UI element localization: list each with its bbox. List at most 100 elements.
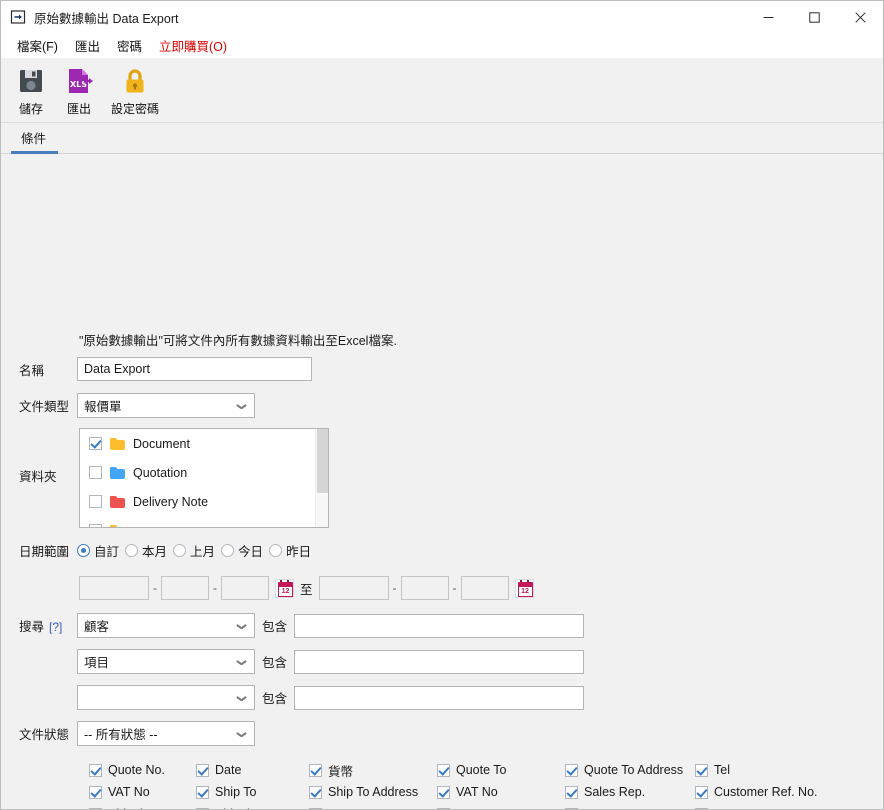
list-item[interactable]: Delivery Note — [80, 487, 328, 516]
column-checkbox-cell[interactable]: VAT No — [437, 785, 565, 799]
radio-custom[interactable]: 自訂 — [77, 541, 119, 560]
column-checkbox-cell[interactable]: Ship To Address — [309, 785, 437, 799]
folder-checkbox[interactable] — [89, 437, 102, 450]
search-value-input-2[interactable] — [294, 649, 585, 674]
search-field-select-1[interactable]: 顧客 — [77, 613, 255, 638]
table-row: VAT No Ship To Ship To Address VAT No Sa… — [89, 781, 879, 803]
radio-today[interactable]: 今日 — [221, 541, 263, 560]
column-label: 自訂欄位 2 — [584, 805, 644, 810]
menu-bar: 檔案(F) 匯出 密碼 立即購買(O) — [1, 33, 883, 58]
checkbox[interactable] — [196, 763, 209, 777]
minimize-button[interactable] — [745, 1, 791, 33]
column-checkbox-cell[interactable]: VAT No — [89, 785, 196, 799]
export-button[interactable]: XLS 匯出 — [55, 63, 103, 117]
radio-yesterday-dot — [269, 544, 283, 557]
column-label: Payment Term — [328, 807, 408, 809]
column-checkbox-cell[interactable]: 貨幣 — [309, 761, 437, 780]
radio-this-month[interactable]: 本月 — [125, 541, 167, 560]
doc-status-select[interactable]: -- 所有狀態 -- — [77, 721, 255, 746]
column-checkbox-cell[interactable]: 自訂欄位 1 — [437, 805, 565, 809]
checkbox[interactable] — [89, 785, 102, 799]
checkbox[interactable] — [437, 763, 450, 777]
folder-checkbox[interactable] — [89, 495, 102, 508]
column-checkbox-cell[interactable]: Payment Term — [309, 807, 437, 809]
column-checkbox-cell[interactable]: Shipping Date — [89, 807, 196, 809]
checkbox[interactable] — [437, 807, 450, 809]
calendar-icon[interactable]: 12 — [275, 578, 294, 598]
search-value-input-1[interactable] — [294, 613, 585, 638]
maximize-button[interactable] — [791, 1, 837, 33]
name-input[interactable] — [77, 357, 312, 381]
column-label: Shipping Term — [215, 807, 295, 809]
checkbox[interactable] — [309, 763, 322, 777]
column-checkbox-cell[interactable]: Sales Rep. — [565, 785, 695, 799]
contains-label: 包含 — [262, 620, 288, 634]
column-checkbox-cell[interactable]: Customer Ref. No. — [695, 785, 825, 799]
column-checkbox-cell[interactable]: Shipping Term — [196, 807, 309, 809]
column-checkbox-cell[interactable]: 自訂欄位 3 — [695, 805, 825, 810]
checkbox[interactable] — [695, 763, 708, 777]
calendar-icon[interactable]: 12 — [514, 578, 534, 598]
search-row-2: 項目 包含 — [1, 649, 585, 674]
date-to-month[interactable] — [400, 576, 449, 600]
checkbox[interactable] — [695, 807, 708, 809]
contains-label: 包含 — [262, 692, 288, 706]
search-row-1: 搜尋 [?] 顧客 包含 — [1, 613, 585, 638]
column-checkbox-cell[interactable]: Quote To Address — [565, 763, 695, 777]
column-label: 自訂欄位 3 — [714, 805, 774, 810]
list-item[interactable] — [80, 516, 328, 527]
tab-conditions[interactable]: 條件 — [11, 124, 59, 154]
checkbox[interactable] — [437, 785, 450, 799]
list-item[interactable]: Document — [80, 429, 328, 458]
doctype-select[interactable]: 報價單 — [77, 393, 255, 418]
date-from-year[interactable] — [79, 576, 149, 600]
date-from-day[interactable] — [221, 576, 269, 600]
checkbox[interactable] — [309, 785, 322, 799]
search-field-select-3[interactable] — [77, 685, 255, 710]
menu-item-password[interactable]: 密碼 — [109, 33, 151, 58]
column-label: Tel — [714, 763, 730, 777]
checkbox[interactable] — [565, 807, 578, 809]
column-checkbox-cell[interactable]: Quote To — [437, 763, 565, 777]
column-checkbox-cell[interactable]: 自訂欄位 2 — [565, 805, 695, 810]
scrollbar-thumb[interactable] — [317, 429, 328, 493]
search-value-input-3[interactable] — [294, 685, 585, 710]
folder-checkbox[interactable] — [89, 466, 102, 479]
column-checkbox-cell[interactable]: Ship To — [196, 785, 309, 799]
folder-list-scrollbar[interactable] — [315, 429, 328, 527]
date-to-year[interactable] — [318, 576, 389, 600]
date-from-month[interactable] — [161, 576, 209, 600]
menu-item-buy-now[interactable]: 立即購買(O) — [151, 33, 236, 58]
search-field-select-2[interactable]: 項目 — [77, 649, 255, 674]
checkbox[interactable] — [695, 785, 708, 799]
checkbox[interactable] — [196, 785, 209, 799]
folder-name: Document — [133, 436, 190, 451]
close-button[interactable] — [837, 1, 883, 33]
folder-list[interactable]: Document Quotation Delivery Note — [79, 428, 329, 528]
folder-checkbox[interactable] — [89, 524, 102, 527]
export-arrow-icon — [10, 9, 26, 25]
column-label: Customer Ref. No. — [714, 785, 818, 799]
checkbox[interactable] — [196, 807, 209, 809]
column-checkbox-cell[interactable]: Date — [196, 763, 309, 777]
checkbox[interactable] — [309, 807, 322, 809]
radio-last-month[interactable]: 上月 — [173, 541, 215, 560]
menu-item-file[interactable]: 檔案(F) — [9, 33, 67, 58]
contains-label: 包含 — [262, 656, 288, 670]
checkbox[interactable] — [89, 807, 102, 809]
set-password-button[interactable]: 設定密碼 — [103, 63, 167, 117]
checkbox[interactable] — [565, 785, 578, 799]
column-label: 貨幣 — [328, 764, 354, 779]
search-help-icon[interactable]: [?] — [49, 620, 62, 634]
menu-item-export[interactable]: 匯出 — [67, 33, 109, 58]
save-button[interactable]: 儲存 — [7, 63, 55, 117]
date-to-day[interactable] — [460, 576, 509, 600]
list-item[interactable]: Quotation — [80, 458, 328, 487]
radio-yesterday[interactable]: 昨日 — [269, 541, 311, 560]
checkbox[interactable] — [565, 763, 578, 777]
doctype-row: 文件類型 報價單 — [1, 393, 255, 418]
date-range-row: 日期範圍 自訂 本月 上月 今日 昨日 — [1, 541, 317, 560]
checkbox[interactable] — [89, 763, 102, 777]
column-checkbox-cell[interactable]: Tel — [695, 763, 825, 777]
column-checkbox-cell[interactable]: Quote No. — [89, 763, 196, 777]
